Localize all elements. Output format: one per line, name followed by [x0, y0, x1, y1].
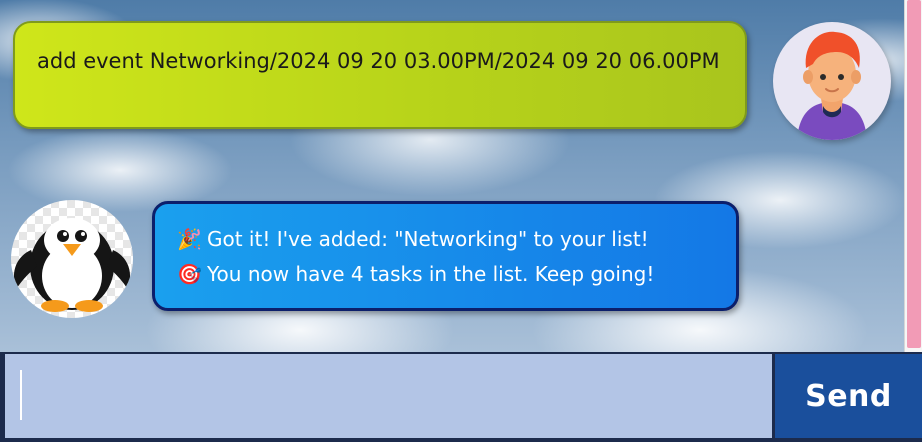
- chat-area: add event Networking/2024 09 20 03.00PM/…: [0, 0, 904, 352]
- scrollbar-thumb[interactable]: [907, 0, 921, 348]
- bot-message-bubble: 🎉 Got it! I've added: "Networking" to yo…: [152, 201, 739, 311]
- target-icon: 🎯: [177, 262, 202, 286]
- user-message-bubble: add event Networking/2024 09 20 03.00PM/…: [13, 21, 747, 129]
- penguin-avatar-icon: [11, 200, 133, 318]
- bot-message-line: 🎯 You now have 4 tasks in the list. Keep…: [177, 257, 714, 292]
- bot-message-line: 🎉 Got it! I've added: "Networking" to yo…: [177, 222, 714, 257]
- bot-message-text: Got it! I've added: "Networking" to your…: [207, 227, 649, 251]
- bot-message-text: You now have 4 tasks in the list. Keep g…: [207, 262, 655, 286]
- red-haired-person-avatar-icon: [773, 22, 891, 140]
- message-input[interactable]: [2, 354, 772, 438]
- text-cursor: [20, 370, 22, 420]
- user-message-text: add event Networking/2024 09 20 03.00PM/…: [37, 49, 720, 73]
- party-popper-icon: 🎉: [177, 227, 202, 251]
- send-button[interactable]: Send: [775, 354, 922, 438]
